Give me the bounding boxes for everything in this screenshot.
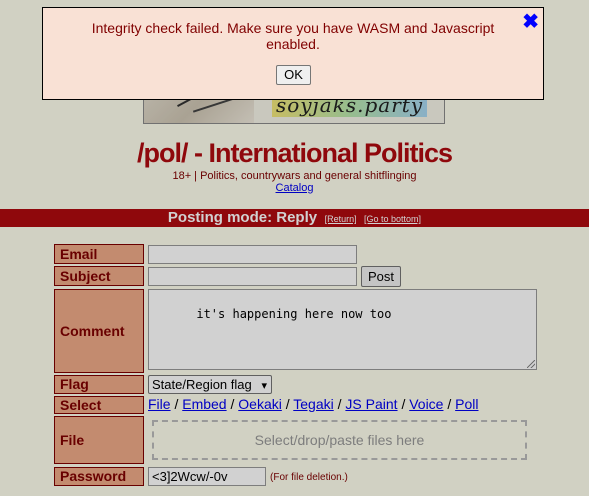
- page: soyjaks.party /pol/ - International Poli…: [0, 0, 589, 496]
- alert-dialog: Integrity check failed. Make sure you ha…: [42, 7, 544, 100]
- dialog-message: Integrity check failed. Make sure you ha…: [91, 20, 495, 52]
- ok-button[interactable]: OK: [276, 65, 311, 85]
- close-icon[interactable]: ✖: [522, 9, 539, 34]
